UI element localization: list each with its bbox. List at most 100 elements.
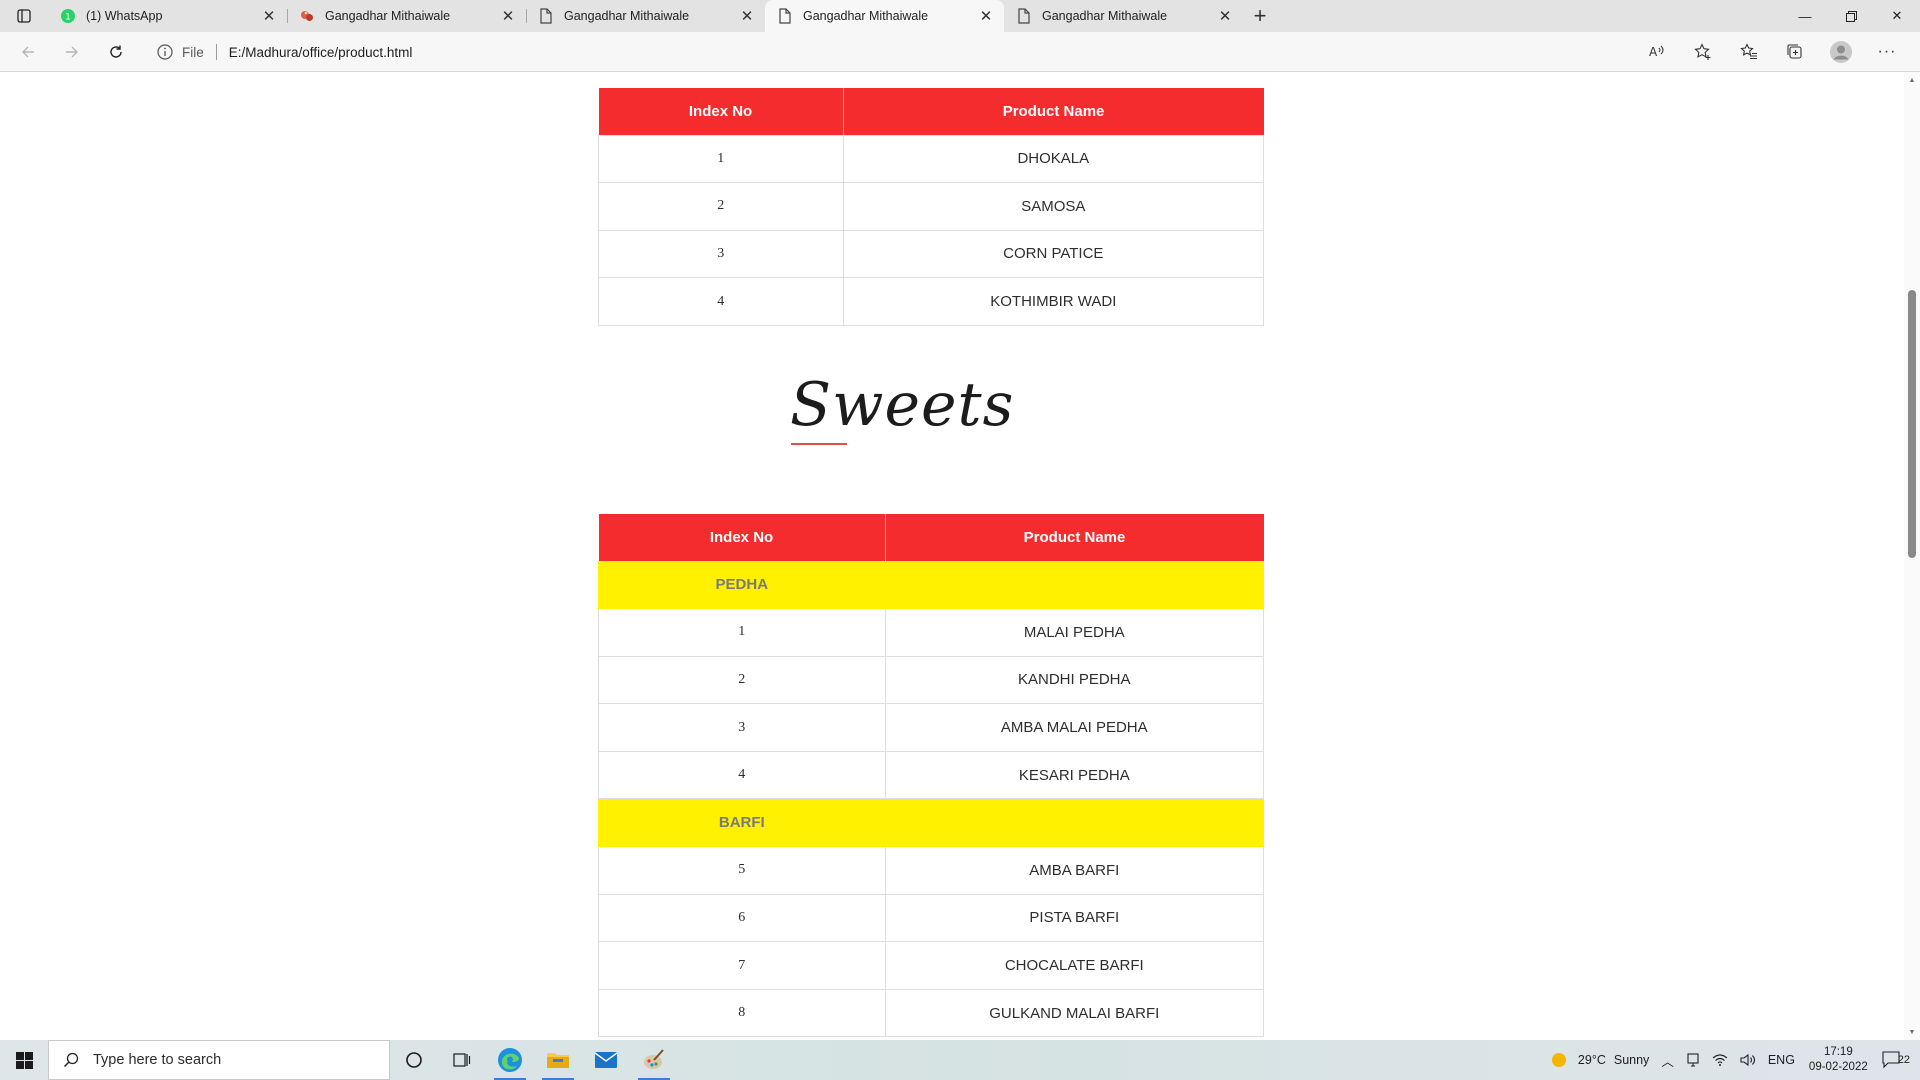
table-row: 7 CHOCALATE BARFI — [598, 941, 1265, 990]
new-tab-button[interactable]: + — [1243, 0, 1277, 32]
url-text[interactable]: E:/Madhura/office/product.html — [229, 45, 413, 60]
search-placeholder: Type here to search — [93, 1052, 222, 1068]
refresh-icon — [110, 45, 122, 58]
folder-icon — [547, 1053, 569, 1068]
category-cell: BARFI — [598, 798, 886, 848]
minimize-button[interactable]: — — [1782, 0, 1828, 32]
wifi-icon — [1712, 1054, 1728, 1066]
tab-gangadhar-1[interactable]: Gangadhar Mithaiwale ✕ — [287, 0, 526, 32]
network-button[interactable] — [1706, 1040, 1734, 1080]
index-cell: 8 — [598, 988, 886, 1038]
system-tray: 29°C Sunny ︿ ENG 17:19 09-02-2022 22 — [1544, 1040, 1920, 1080]
index-cell: 1 — [598, 608, 886, 657]
table-row: 3 CORN PATICE — [598, 229, 1265, 279]
cortana-icon — [406, 1052, 422, 1068]
index-cell: 4 — [598, 277, 844, 326]
back-button[interactable] — [6, 32, 50, 72]
clock[interactable]: 17:19 09-02-2022 — [1801, 1045, 1876, 1075]
product-cell: CHOCALATE BARFI — [884, 941, 1265, 990]
category-row: BARFI — [598, 798, 1265, 848]
table-row: 8 GULKAND MALAI BARFI — [598, 988, 1265, 1038]
favorites-button[interactable] — [1726, 32, 1772, 72]
sun-icon — [1551, 1053, 1566, 1067]
address-bar[interactable]: File E:/Madhura/office/product.html — [144, 36, 1704, 68]
notifications-button[interactable]: 22 — [1876, 1040, 1920, 1080]
table-row: 1 DHOKALA — [598, 134, 1265, 184]
task-view-button[interactable] — [438, 1040, 486, 1080]
read-aloud-icon: A — [1649, 45, 1664, 59]
taskbar-search-box[interactable]: Type here to search — [48, 1040, 390, 1080]
window-controls: — ✕ — [1782, 0, 1920, 32]
minimize-icon: — — [1798, 8, 1812, 24]
weather-widget[interactable]: 29°C Sunny — [1544, 1040, 1655, 1080]
tab-gangadhar-4[interactable]: Gangadhar Mithaiwale ✕ — [1004, 0, 1243, 32]
edge-taskbar-button[interactable] — [486, 1040, 534, 1080]
index-cell: 2 — [598, 655, 886, 705]
collections-icon — [1787, 44, 1802, 59]
url-separator — [215, 44, 217, 60]
scroll-down-icon[interactable]: ▼ — [1904, 1024, 1920, 1040]
close-tab-icon[interactable]: ✕ — [261, 8, 277, 25]
table-header-row: Index No Product Name — [598, 514, 1264, 561]
product-cell: KOTHIMBIR WADI — [842, 277, 1265, 326]
language-indicator[interactable]: ENG — [1762, 1040, 1801, 1080]
close-tab-icon[interactable]: ✕ — [500, 8, 516, 25]
refresh-button[interactable] — [94, 32, 138, 72]
scroll-up-icon[interactable]: ▲ — [1904, 72, 1920, 88]
info-icon[interactable] — [156, 43, 174, 61]
category-empty-cell — [884, 560, 1265, 610]
restore-icon — [1845, 10, 1857, 22]
category-cell: PEDHA — [598, 560, 886, 610]
add-favorite-button[interactable] — [1680, 32, 1726, 72]
category-empty-cell — [884, 798, 1265, 848]
table-row: 2 SAMOSA — [598, 182, 1265, 231]
tab-title: (1) WhatsApp — [86, 9, 163, 23]
close-tab-icon[interactable]: ✕ — [739, 8, 755, 25]
forward-button[interactable] — [50, 32, 94, 72]
device-tray-button[interactable] — [1680, 1040, 1706, 1080]
mail-button[interactable] — [582, 1040, 630, 1080]
product-cell: KANDHI PEDHA — [884, 655, 1265, 705]
show-hidden-icons-button[interactable]: ︿ — [1655, 1040, 1680, 1080]
close-tab-icon[interactable]: ✕ — [1217, 8, 1233, 25]
product-cell: AMBA BARFI — [884, 846, 1265, 895]
index-cell: 3 — [598, 703, 886, 752]
plus-icon: + — [1253, 3, 1267, 28]
edge-icon — [498, 1048, 522, 1072]
settings-menu-button[interactable]: ··· — [1864, 32, 1910, 72]
tab-actions-icon — [17, 9, 31, 23]
scrollbar-thumb[interactable] — [1908, 290, 1916, 558]
tab-title: Gangadhar Mithaiwale — [1042, 9, 1168, 23]
cortana-button[interactable] — [390, 1040, 438, 1080]
product-cell: DHOKALA — [842, 134, 1265, 184]
read-aloud-button[interactable]: A — [1634, 32, 1680, 72]
file-explorer-button[interactable] — [534, 1040, 582, 1080]
restore-button[interactable] — [1828, 0, 1874, 32]
tab-gangadhar-2[interactable]: Gangadhar Mithaiwale ✕ — [526, 0, 765, 32]
product-cell: KESARI PEDHA — [884, 750, 1265, 800]
tab-whatsapp[interactable]: 1 (1) WhatsApp ✕ — [48, 0, 287, 32]
product-cell: CORN PATICE — [842, 229, 1265, 279]
start-button[interactable] — [0, 1040, 48, 1080]
favorites-list-icon — [1740, 43, 1757, 60]
sweets-logo-icon — [299, 8, 315, 24]
more-icon: ··· — [1877, 43, 1897, 60]
mail-icon — [594, 1052, 618, 1068]
collections-button[interactable] — [1772, 32, 1818, 72]
close-tab-icon[interactable]: ✕ — [978, 8, 994, 25]
close-window-button[interactable]: ✕ — [1874, 0, 1920, 32]
category-row: PEDHA — [598, 560, 1265, 610]
toolbar-right-icons: A ··· — [1634, 32, 1910, 72]
chevron-up-icon: ︿ — [1661, 1054, 1674, 1069]
paint-button[interactable] — [630, 1040, 678, 1080]
product-cell: SAMOSA — [842, 182, 1265, 231]
tab-actions-button[interactable] — [0, 0, 48, 32]
profile-button[interactable] — [1818, 32, 1864, 72]
index-cell: 1 — [598, 134, 844, 184]
vertical-scrollbar[interactable]: ▲ ▼ — [1904, 72, 1920, 1040]
weather-condition: Sunny — [1613, 1053, 1650, 1067]
table-header-row: Index No Product Name — [598, 88, 1264, 135]
table-row: 4 KOTHIMBIR WADI — [598, 277, 1265, 326]
tab-gangadhar-active[interactable]: Gangadhar Mithaiwale ✕ — [765, 0, 1004, 32]
volume-button[interactable] — [1734, 1040, 1762, 1080]
